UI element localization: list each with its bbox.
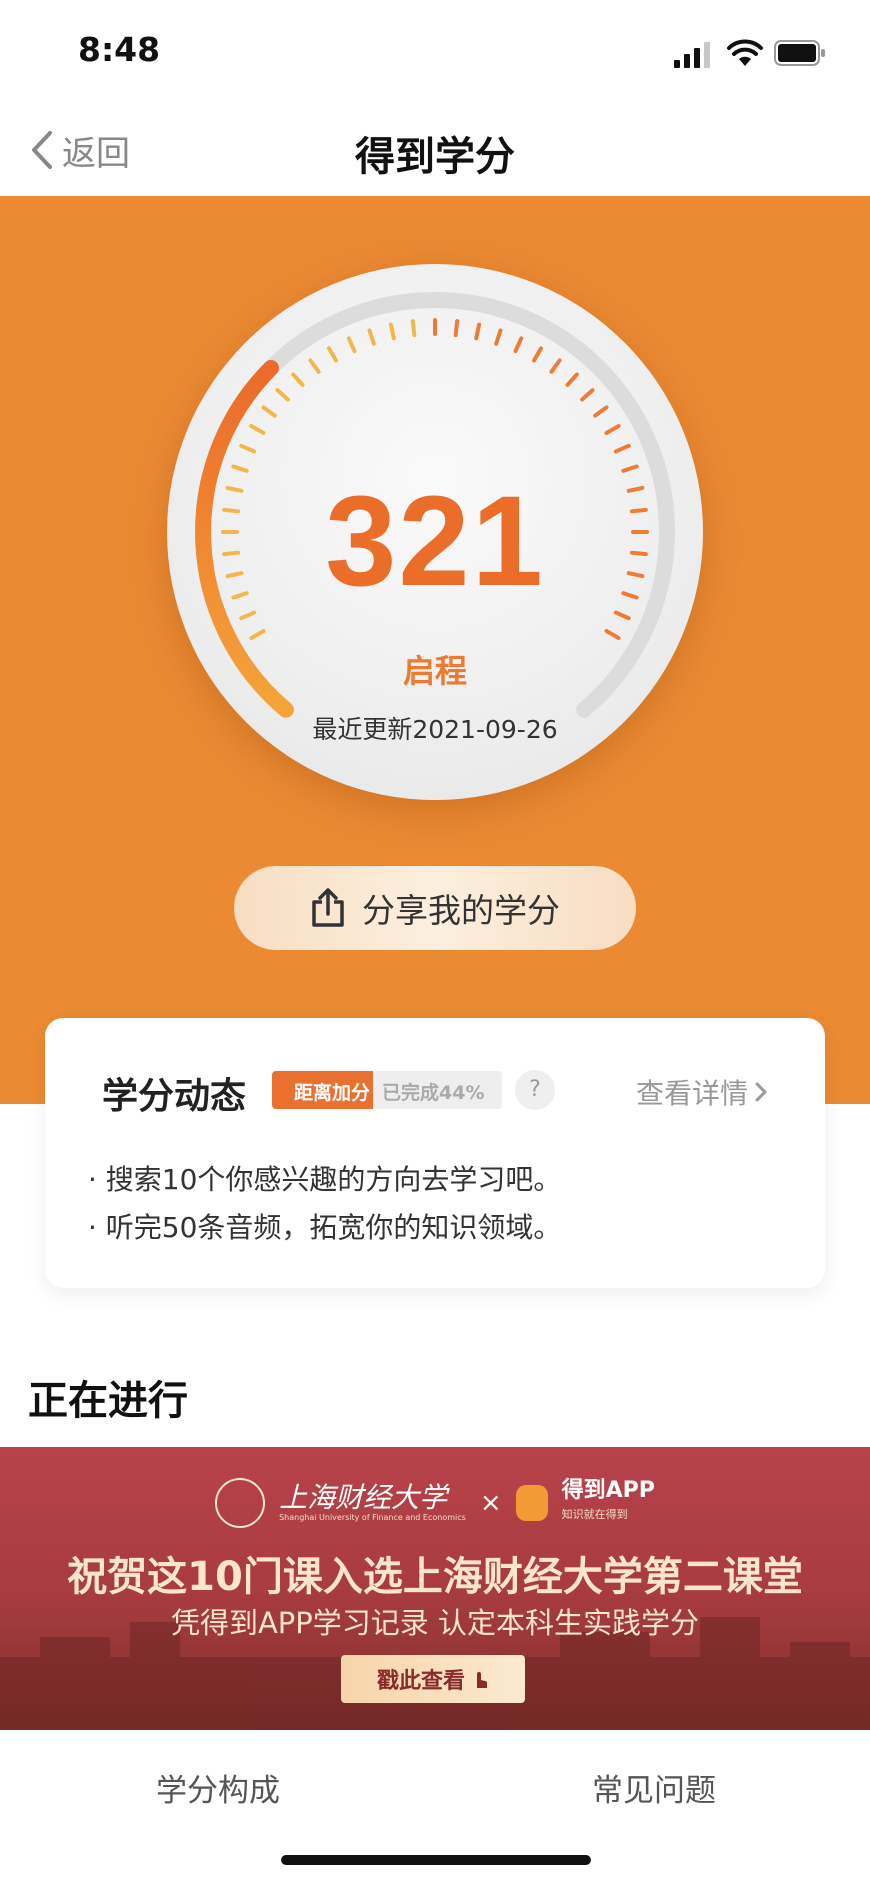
status-time: 8:48 (78, 30, 161, 69)
share-icon (312, 888, 344, 927)
ongoing-section-title: 正在进行 (28, 1378, 188, 1424)
gauge-tick (249, 424, 266, 435)
score-value: 321 (325, 470, 545, 613)
page-title: 得到学分 (355, 134, 515, 180)
gauge-tick (291, 372, 305, 387)
gauge-tick (327, 346, 338, 363)
gauge-tick (275, 388, 290, 402)
gauge-tick (604, 424, 621, 435)
card-title: 学分动态 (102, 1076, 247, 1117)
gauge-tick (367, 328, 376, 346)
banner-view-button[interactable]: 戳此查看 (341, 1655, 525, 1703)
app-logo-text: 得到APP 知识就在得到 (562, 1479, 655, 1527)
tap-finger-icon (477, 1672, 487, 1688)
tip-item: · 听完50条音频，拓宽你的知识领域。 (88, 1211, 562, 1244)
share-label: 分享我的学分 (362, 891, 560, 930)
owl-logo-icon (515, 1485, 548, 1521)
gauge-tick (549, 358, 562, 374)
banner-subline: 凭得到APP学习记录 认定本科生实践学分 (170, 1606, 700, 1640)
view-details-link[interactable]: 查看详情 (636, 1072, 768, 1112)
chevron-right-icon (755, 1082, 767, 1102)
tab-credit-composition[interactable]: 学分构成 (156, 1765, 280, 1810)
gauge-tick (249, 629, 266, 640)
gauge-tick (580, 388, 595, 402)
progress-completed: 已完成44% (382, 1082, 485, 1104)
banner-headline: 祝贺这10门课入选上海财经大学第二课堂 (67, 1554, 803, 1600)
gauge-tick (453, 319, 460, 338)
banner-logos: 上海财经大学 Shanghai University of Finance an… (0, 1478, 870, 1528)
app-slogan: 知识就在得到 (561, 1508, 628, 1521)
tab-faq[interactable]: 常见问题 (592, 1765, 716, 1810)
gauge-tick (239, 443, 257, 454)
gauge-tick (346, 336, 357, 354)
progress-label: 距离加分 (294, 1082, 371, 1104)
wifi-icon (727, 39, 763, 66)
tip-item: · 搜索10个你感兴趣的方向去学习吧。 (88, 1163, 562, 1196)
cellular-signal-icon (674, 42, 710, 68)
gauge-tick (261, 405, 277, 418)
gauge-tick (513, 336, 524, 354)
gauge-tick (388, 322, 396, 341)
battery-icon (774, 40, 825, 66)
credit-progress-bar: 距离加分 已完成44% (272, 1071, 502, 1109)
share-credits-button[interactable]: 分享我的学分 (234, 866, 636, 950)
gauge-tick (565, 372, 579, 387)
score-level: 启程 (402, 652, 467, 690)
gauge-tick (604, 629, 621, 640)
university-name: 上海财经大学 (279, 1481, 448, 1514)
view-details-label: 查看详情 (636, 1077, 749, 1110)
home-indicator (281, 1855, 591, 1865)
cross-symbol: × (479, 1488, 502, 1518)
gauge-tick (613, 443, 631, 454)
credit-dynamics-card (45, 1018, 825, 1288)
banner-view-label: 戳此查看 (376, 1669, 465, 1694)
app-name: 得到APP (561, 1478, 655, 1503)
gauge-tick (494, 328, 503, 346)
last-updated: 最近更新2021-09-26 (312, 715, 558, 744)
university-name-en: Shanghai University of Finance and Econo… (279, 1513, 466, 1522)
gauge-tick (532, 346, 543, 363)
gauge-tick (474, 322, 482, 341)
help-icon[interactable]: ? (515, 1070, 555, 1110)
gauge-tick (410, 319, 417, 338)
university-seal-logo (215, 1478, 266, 1528)
gauge-tick (308, 358, 321, 374)
gauge-tick (593, 405, 609, 418)
